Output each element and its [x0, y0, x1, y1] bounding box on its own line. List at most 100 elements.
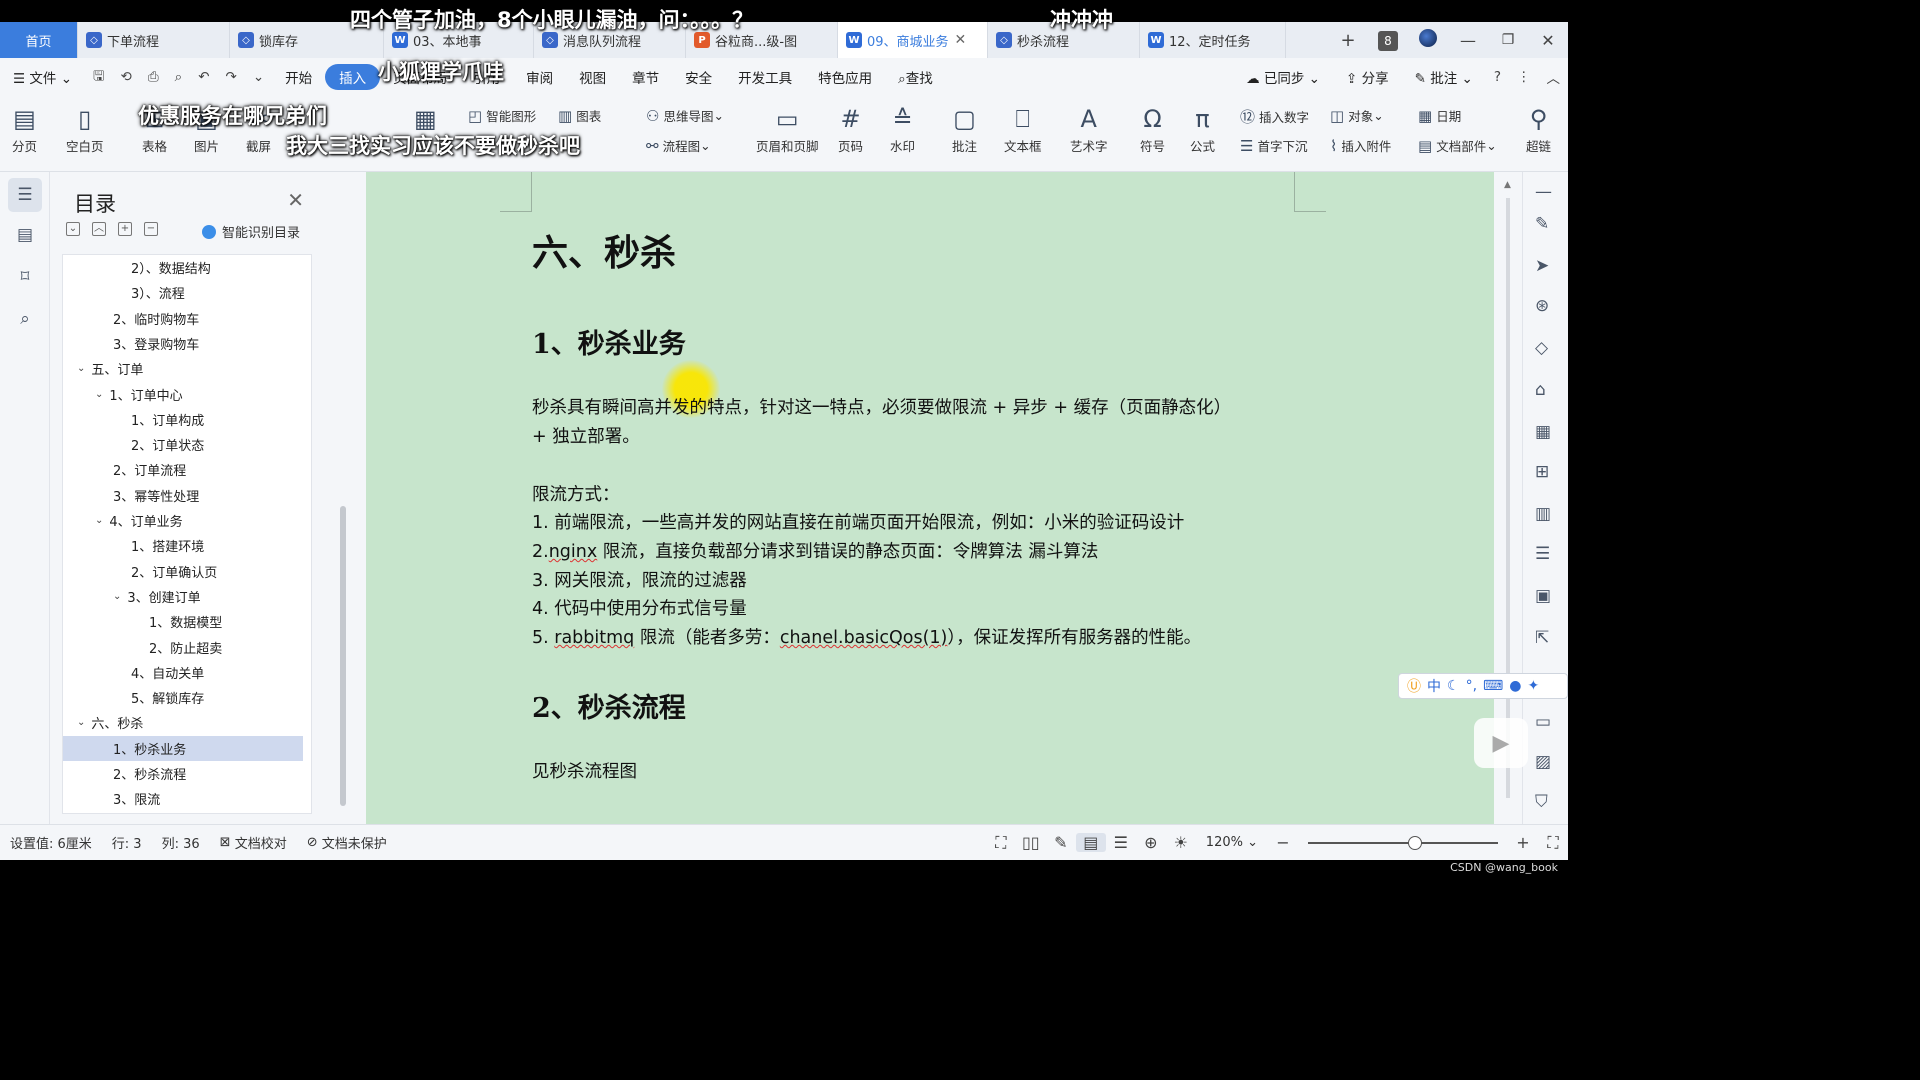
insert-number-button[interactable]: ⑫ 插入数字 — [1240, 106, 1309, 127]
protection-button[interactable]: ⊘ 文档未保护 — [297, 833, 397, 852]
insert-comment-button[interactable]: ▢ 批注 — [952, 102, 977, 155]
shapes-icon[interactable]: ◇ — [1535, 338, 1548, 358]
grid-icon[interactable]: ⊞ — [1535, 462, 1549, 482]
toc-item[interactable]: 1、搭建环境 — [63, 533, 303, 558]
outline-view-icon[interactable]: ☰ — [1106, 833, 1136, 852]
toc-item[interactable]: 2、订单流程 — [63, 457, 303, 482]
collapse-all-icon[interactable]: ︿ — [92, 222, 106, 236]
expand-all-icon[interactable]: ⌄ — [66, 222, 80, 236]
textbox-button[interactable]: ⎕ 文本框 — [1004, 102, 1042, 155]
drop-cap-button[interactable]: ☰ 首字下沉 — [1240, 136, 1307, 155]
save-icon[interactable]: 🖫 — [85, 66, 113, 89]
toc-item[interactable]: 4、自动关单 — [63, 660, 303, 685]
attachment-button[interactable]: ⌇ 插入附件 — [1330, 136, 1391, 155]
scroll-up-icon[interactable]: ▲ — [1504, 180, 1511, 190]
toc-item[interactable]: 3、限流 — [63, 786, 303, 811]
new-tab-icon[interactable]: + — [1328, 30, 1368, 51]
picture-icon[interactable]: ▨ — [1535, 752, 1551, 772]
ime-logo-icon[interactable]: Ⓤ — [1407, 676, 1421, 696]
close-icon[interactable]: ✕ — [287, 188, 304, 212]
toc-item[interactable]: 2、临时购物车 — [63, 306, 303, 331]
toc-item[interactable]: 2、订单状态 — [63, 432, 303, 457]
toc-item[interactable]: 2、防止超卖 — [63, 635, 303, 660]
flowchart-button[interactable]: ⚯ 流程图 ⌄ — [646, 136, 711, 155]
toc-item[interactable]: 1、数据模型 — [63, 609, 303, 634]
tab-order-flow[interactable]: ◇ 下单流程 — [78, 22, 230, 58]
menu-tab-start[interactable]: 开始 — [272, 67, 325, 87]
write-mode-icon[interactable]: ✎ — [1046, 833, 1076, 852]
account-avatar[interactable] — [1408, 28, 1448, 52]
toc-item[interactable]: ⌄ 五、订单 — [63, 356, 303, 381]
toc-item[interactable]: ⌄ 六、秒杀 — [63, 710, 303, 735]
zoom-slider[interactable] — [1308, 835, 1498, 850]
toc-toggle-icon[interactable]: ☰ — [8, 178, 42, 212]
zoom-slider-knob[interactable] — [1408, 835, 1422, 850]
read-mode-icon[interactable]: ▯▯ — [1016, 833, 1046, 852]
tab-scheduled-task[interactable]: W 12、定时任务 — [1140, 22, 1286, 58]
menu-tab-developer[interactable]: 开发工具 — [725, 67, 805, 87]
select-icon[interactable]: ➤ — [1535, 256, 1549, 276]
eye-protection-icon[interactable]: ☀ — [1166, 833, 1196, 852]
doc-parts-button[interactable]: ▤ 文档部件 ⌄ — [1418, 136, 1497, 155]
web-view-icon[interactable]: ⊕ — [1136, 833, 1166, 852]
help-icon[interactable]: ? — [1486, 69, 1509, 85]
video-play-button[interactable]: ▶ — [1474, 718, 1528, 768]
pen-icon[interactable]: ✎ — [1535, 214, 1549, 234]
print-preview-icon[interactable]: ⌕ — [167, 69, 191, 85]
image-icon[interactable]: ▣ — [1535, 586, 1551, 606]
collapse-ribbon-icon[interactable]: ︿ — [1539, 67, 1569, 87]
menu-tab-view[interactable]: 视图 — [566, 67, 619, 87]
chevron-down-icon[interactable]: ⌄ — [113, 591, 121, 602]
zoom-in-icon[interactable]: + — [1508, 833, 1538, 852]
proofread-button[interactable]: ⊠ 文档校对 — [210, 833, 297, 852]
adjust-icon[interactable]: ☰ — [1535, 544, 1550, 564]
tab-home[interactable]: 首页 — [0, 22, 78, 58]
chevron-down-icon[interactable]: ⌄ — [77, 717, 85, 728]
document-page[interactable]: 六、秒杀 1、秒杀业务 秒杀具有瞬间高并发的特点，针对这一特点，必须要做限流 +… — [366, 172, 1460, 824]
archive-icon[interactable]: ▭ — [1535, 712, 1551, 732]
chevron-down-icon[interactable]: ⌄ — [95, 515, 103, 526]
fit-page-icon[interactable]: ⛶ — [1538, 833, 1568, 853]
mindmap-button[interactable]: ⚇ 思维导图 ⌄ — [646, 106, 724, 125]
date-button[interactable]: ▦ 日期 — [1418, 106, 1461, 125]
more-icon[interactable]: ⋮ — [1509, 69, 1539, 85]
remove-heading-icon[interactable]: − — [144, 222, 158, 236]
close-window-icon[interactable]: ✕ — [1528, 31, 1568, 50]
sync-status-button[interactable]: ☁ 已同步 ⌄ — [1233, 67, 1333, 87]
page-break-button[interactable]: ▤ 分页 — [12, 102, 37, 155]
minimize-icon[interactable]: — — [1448, 31, 1488, 50]
export-icon[interactable]: ⇱ — [1535, 628, 1549, 648]
menu-tab-security[interactable]: 安全 — [672, 67, 725, 87]
status-setting[interactable]: 设置值: 6厘米 — [0, 833, 102, 852]
toc-item[interactable]: 3）、流程 — [63, 280, 303, 305]
close-icon[interactable]: ✕ — [955, 32, 967, 48]
header-footer-button[interactable]: ▭ 页眉和页脚 — [756, 102, 819, 155]
scrollbar-track[interactable] — [1506, 198, 1510, 798]
user-icon[interactable]: ● — [1509, 678, 1521, 694]
formula-button[interactable]: π 公式 — [1190, 102, 1215, 155]
toc-item[interactable]: 1、订单构成 — [63, 407, 303, 432]
tab-count-button[interactable]: 8 — [1368, 29, 1408, 51]
minus-icon[interactable]: — — [1535, 182, 1552, 202]
format-painter-icon[interactable]: ⟲ — [113, 69, 140, 85]
menu-tab-chapter[interactable]: 章节 — [619, 67, 672, 87]
fill-icon[interactable]: ⌂ — [1535, 380, 1546, 400]
wrench-icon[interactable]: ✦ — [1527, 678, 1539, 694]
toc-item[interactable]: 3、幂等性处理 — [63, 483, 303, 508]
smart-shape-button[interactable]: ◰ 智能图形 — [468, 106, 536, 125]
toc-item[interactable]: 2、秒杀流程 — [63, 761, 303, 786]
punctuation-icon[interactable]: °, — [1466, 678, 1477, 694]
add-heading-icon[interactable]: + — [118, 222, 132, 236]
chapter-nav-icon[interactable]: ▤ — [8, 218, 42, 252]
page-view-icon[interactable]: ▤ — [1075, 833, 1106, 852]
toc-item[interactable]: ⌄ 4、订单业务 — [63, 508, 303, 533]
blank-page-button[interactable]: ▯ 空白页 — [66, 102, 104, 155]
smart-toc-button[interactable]: 智能识别目录 — [202, 222, 300, 241]
toc-item[interactable]: 1、秒杀业务 — [63, 735, 303, 761]
quick-access-dropdown-icon[interactable]: ⌄ — [245, 69, 272, 85]
toc-item[interactable]: 3、登录购物车 — [63, 331, 303, 356]
share-button[interactable]: ⇪ 分享 — [1333, 67, 1402, 87]
toc-item[interactable]: ⌄ 1、订单中心 — [63, 382, 303, 407]
toc-item[interactable]: 2、订单确认页 — [63, 559, 303, 584]
ime-language[interactable]: 中 — [1427, 676, 1441, 696]
